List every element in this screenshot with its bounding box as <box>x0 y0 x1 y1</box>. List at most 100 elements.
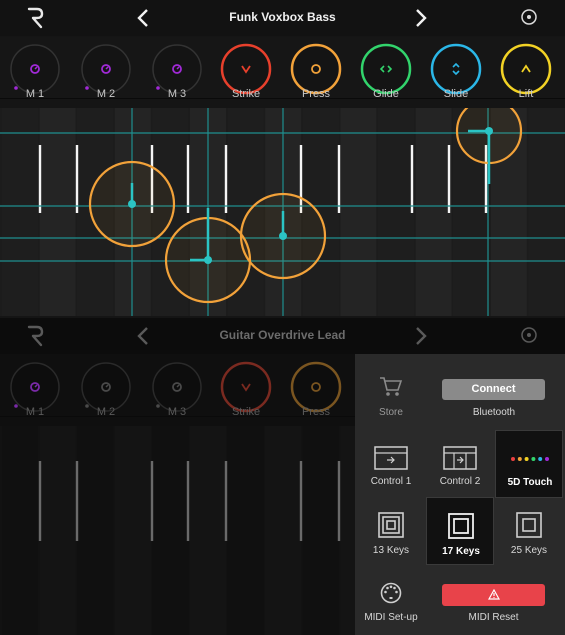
key-divider <box>186 461 190 541</box>
bluetooth-label: Bluetooth <box>472 407 516 418</box>
key-cell[interactable] <box>2 108 38 316</box>
settings-icon[interactable] <box>520 326 538 344</box>
knob-press[interactable]: Press <box>289 360 343 418</box>
preset-header: Funk Voxbox Bass <box>0 0 565 36</box>
knob-glide[interactable]: Glide <box>359 42 413 100</box>
key-divider <box>447 145 451 213</box>
key-divider <box>410 145 414 213</box>
knob-label: M 2 <box>96 88 116 100</box>
key-cell[interactable] <box>190 426 226 635</box>
knob-m-3[interactable]: M 3 <box>150 42 204 100</box>
25-keys-icon <box>516 512 542 538</box>
knob-ring <box>360 43 412 95</box>
knob-ring <box>290 361 342 413</box>
touch-dot <box>279 232 287 240</box>
midi-setup-button[interactable]: MIDI Set-up <box>357 568 425 635</box>
roli-logo-icon[interactable] <box>26 325 46 347</box>
knob-label: M 3 <box>167 88 187 100</box>
knob-lift[interactable]: Lift <box>499 42 553 100</box>
key-cell[interactable] <box>152 426 189 635</box>
keyboard-canvas[interactable] <box>0 97 565 316</box>
knob-label: Strike <box>231 406 261 418</box>
preset-title-dim[interactable]: Guitar Overdrive Lead <box>160 328 405 342</box>
touch-dot <box>128 200 136 208</box>
knob-label: Glide <box>373 88 399 100</box>
touch-color-dot <box>538 457 543 461</box>
warning-icon <box>487 588 500 600</box>
touch-point[interactable] <box>88 160 176 248</box>
keyboard-surface[interactable] <box>0 97 565 316</box>
touch-color-dot <box>517 457 522 461</box>
settings-menu: Store Connect Bluetooth Control 1 Contro… <box>355 354 565 635</box>
control-1-icon <box>374 446 408 470</box>
touch-color-dot <box>531 457 536 461</box>
roli-logo-icon[interactable] <box>26 7 46 29</box>
control-2-button[interactable]: Control 2 <box>426 430 494 498</box>
key-cell[interactable] <box>528 108 565 316</box>
5d-touch-label: 5D Touch <box>507 477 553 488</box>
control-2-label: Control 2 <box>439 476 481 487</box>
control-1-button[interactable]: Control 1 <box>357 430 425 498</box>
knob-strike[interactable]: Strike <box>219 360 273 418</box>
key-divider <box>224 145 228 213</box>
knob-label: M 2 <box>96 406 116 418</box>
knob-m-1[interactable]: M 1 <box>8 360 62 418</box>
key-cell[interactable] <box>2 426 38 635</box>
key-cell[interactable] <box>114 426 151 635</box>
key-cell[interactable] <box>39 108 76 316</box>
knob-ring <box>220 361 272 413</box>
midi-reset-button[interactable] <box>442 584 545 606</box>
key-divider <box>150 461 154 541</box>
previous-preset-arrow-icon[interactable] <box>132 324 154 348</box>
expression-knob-row: M 1 M 2 M 3 Strike Press Glide Slide Lift <box>0 37 565 100</box>
knob-label: Slide <box>443 88 469 100</box>
key-divider <box>75 145 79 213</box>
touch-color-dot <box>524 457 529 461</box>
touch-dot <box>485 127 493 135</box>
store-label: Store <box>379 407 403 418</box>
control-1-label: Control 1 <box>370 476 412 487</box>
settings-icon[interactable] <box>520 8 538 26</box>
13-keys-icon <box>378 512 404 538</box>
17-keys-icon <box>448 513 474 539</box>
17-keys-button[interactable]: 17 Keys <box>426 497 494 565</box>
key-cell[interactable] <box>378 108 414 316</box>
knob-m-3[interactable]: M 3 <box>150 360 204 418</box>
key-cell[interactable] <box>227 426 264 635</box>
knob-strike[interactable]: Strike <box>219 42 273 100</box>
key-cell[interactable] <box>265 426 302 635</box>
midi-setup-label: MIDI Set-up <box>364 612 418 623</box>
next-preset-arrow-icon[interactable] <box>410 6 432 30</box>
knob-label: Press <box>301 406 331 418</box>
knob-label: M 3 <box>167 406 187 418</box>
25-keys-label: 25 Keys <box>510 545 548 556</box>
key-cell[interactable] <box>340 108 377 316</box>
previous-preset-arrow-icon[interactable] <box>132 6 154 30</box>
17-keys-label: 17 Keys <box>442 546 480 557</box>
knob-slide[interactable]: Slide <box>429 42 483 100</box>
knob-m-2[interactable]: M 2 <box>79 360 133 418</box>
key-divider <box>38 461 42 541</box>
25-keys-button[interactable]: 25 Keys <box>495 499 563 567</box>
key-cell[interactable] <box>77 426 114 635</box>
store-button[interactable]: Store <box>357 360 425 428</box>
key-cell[interactable] <box>302 426 339 635</box>
preset-header-dim: Guitar Overdrive Lead <box>0 318 565 354</box>
knob-ring <box>290 43 342 95</box>
13-keys-button[interactable]: 13 Keys <box>357 499 425 567</box>
key-divider <box>337 461 341 541</box>
preset-title[interactable]: Funk Voxbox Bass <box>160 10 405 24</box>
connect-button[interactable]: Connect <box>442 379 545 400</box>
5d-touch-button[interactable]: 5D Touch <box>495 430 563 498</box>
knob-ring <box>430 43 482 95</box>
key-cell[interactable] <box>39 426 76 635</box>
knob-ring <box>220 43 272 95</box>
next-preset-arrow-icon[interactable] <box>410 324 432 348</box>
knob-m-1[interactable]: M 1 <box>8 42 62 100</box>
knob-m-2[interactable]: M 2 <box>79 42 133 100</box>
knob-label: M 1 <box>25 88 45 100</box>
touch-point[interactable] <box>239 192 327 280</box>
knob-ring <box>500 43 552 95</box>
knob-press[interactable]: Press <box>289 42 343 100</box>
key-cell[interactable] <box>415 108 452 316</box>
